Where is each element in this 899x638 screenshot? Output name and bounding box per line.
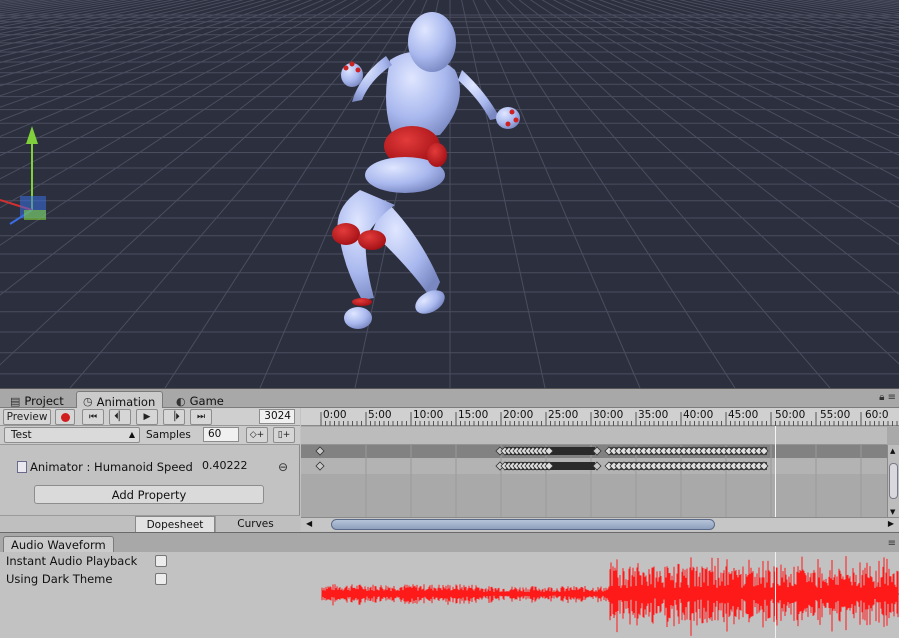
add-keyframe-button[interactable]: ◇+ xyxy=(246,427,268,443)
instant-playback-label: Instant Audio Playback xyxy=(6,554,138,568)
property-row[interactable]: Animator : Humanoid Speed 0.40222 ⊖ xyxy=(0,458,300,476)
tab-curves[interactable]: Curves xyxy=(215,516,295,532)
property-label: Animator : Humanoid Speed xyxy=(30,460,193,474)
scroll-right-icon[interactable]: ▶ xyxy=(888,519,894,528)
vertical-scrollbar[interactable]: ▲ ▼ xyxy=(887,445,899,518)
scroll-thumb[interactable] xyxy=(889,463,898,499)
add-event-button[interactable]: ▯+ xyxy=(273,427,295,443)
clock-icon: ◷ xyxy=(83,395,93,408)
waveform-playhead xyxy=(775,552,776,638)
play-button[interactable]: ▶ xyxy=(136,409,158,425)
samples-label: Samples xyxy=(146,429,191,441)
audio-tab-bar: Audio Waveform ≡ xyxy=(0,532,899,553)
window-tab-bar: ▤ Project ◷ Animation ◐ Game 🔒︎ ≡ xyxy=(0,388,899,409)
property-value[interactable]: 0.40222 xyxy=(202,459,248,472)
animation-hierarchy-panel: Preview ⏮ ⏴▏ ▶ ▕⏵ ⏭ 3024 Test ▲ Samples … xyxy=(0,408,300,532)
folder-icon: ▤ xyxy=(10,394,21,408)
curve-visibility-icon[interactable]: ⊖ xyxy=(278,460,288,474)
scroll-left-icon[interactable]: ◀ xyxy=(306,519,312,528)
last-key-button[interactable]: ⏭ xyxy=(190,409,212,425)
playhead[interactable] xyxy=(775,426,776,518)
scroll-thumb[interactable] xyxy=(331,519,715,530)
last-key-icon: ⏭ xyxy=(196,412,206,422)
unity-editor: ▤ Project ◷ Animation ◐ Game 🔒︎ ≡ Previe… xyxy=(0,0,899,638)
tab-animation[interactable]: ◷ Animation xyxy=(76,391,164,409)
record-button[interactable] xyxy=(55,409,75,425)
next-key-button[interactable]: ▕⏵ xyxy=(163,409,185,425)
game-icon: ◐ xyxy=(176,394,186,408)
dropdown-arrow-icon: ▲ xyxy=(128,430,135,439)
next-key-icon: ▕⏵ xyxy=(168,412,180,422)
dark-theme-checkbox[interactable] xyxy=(155,573,167,585)
dark-theme-label: Using Dark Theme xyxy=(6,572,113,586)
dopesheet-timeline[interactable]: 0:00 5:00 10:00 15:00 20:00 25:00 30:00 … xyxy=(301,408,899,531)
first-key-icon: ⏮ xyxy=(88,412,98,422)
timeline-marks xyxy=(315,412,898,517)
transform-gizmo[interactable] xyxy=(0,120,60,240)
scroll-down-icon[interactable]: ▼ xyxy=(890,508,895,516)
prev-key-icon: ⏴▏ xyxy=(114,412,126,422)
clip-row: Test ▲ Samples 60 ◇+ ▯+ xyxy=(0,426,300,445)
add-event-icon: ▯+ xyxy=(277,430,291,440)
prev-key-button[interactable]: ⏴▏ xyxy=(109,409,131,425)
first-key-button[interactable]: ⏮ xyxy=(82,409,104,425)
add-property-button[interactable]: Add Property xyxy=(34,485,264,504)
view-mode-tabs: Dopesheet Curves xyxy=(0,515,300,532)
current-frame-field[interactable]: 3024 xyxy=(259,409,295,424)
horizontal-scrollbar[interactable]: ◀ ▶ xyxy=(301,517,899,531)
window-menu-icon[interactable]: ≡ xyxy=(888,538,896,549)
tab-dopesheet[interactable]: Dopesheet xyxy=(135,516,215,532)
scroll-up-icon[interactable]: ▲ xyxy=(890,447,895,455)
tab-audio-waveform[interactable]: Audio Waveform xyxy=(3,536,114,553)
clip-dropdown[interactable]: Test ▲ xyxy=(4,427,140,443)
instant-playback-checkbox[interactable] xyxy=(155,555,167,567)
add-keyframe-icon: ◇+ xyxy=(249,430,265,440)
animator-script-icon xyxy=(17,461,27,473)
preview-button[interactable]: Preview xyxy=(3,409,51,425)
window-menu-icon[interactable]: 🔒︎ ≡ xyxy=(879,392,896,403)
record-icon xyxy=(60,412,70,422)
samples-field[interactable]: 60 xyxy=(203,427,239,442)
tab-project[interactable]: ▤ Project xyxy=(4,391,71,409)
scene-view[interactable] xyxy=(0,0,899,388)
audio-waveform[interactable] xyxy=(300,552,899,638)
tab-game[interactable]: ◐ Game xyxy=(170,391,231,409)
playback-controls: Preview ⏮ ⏴▏ ▶ ▕⏵ ⏭ 3024 xyxy=(0,408,300,426)
play-icon: ▶ xyxy=(143,412,151,422)
humanoid-model[interactable] xyxy=(0,0,899,388)
